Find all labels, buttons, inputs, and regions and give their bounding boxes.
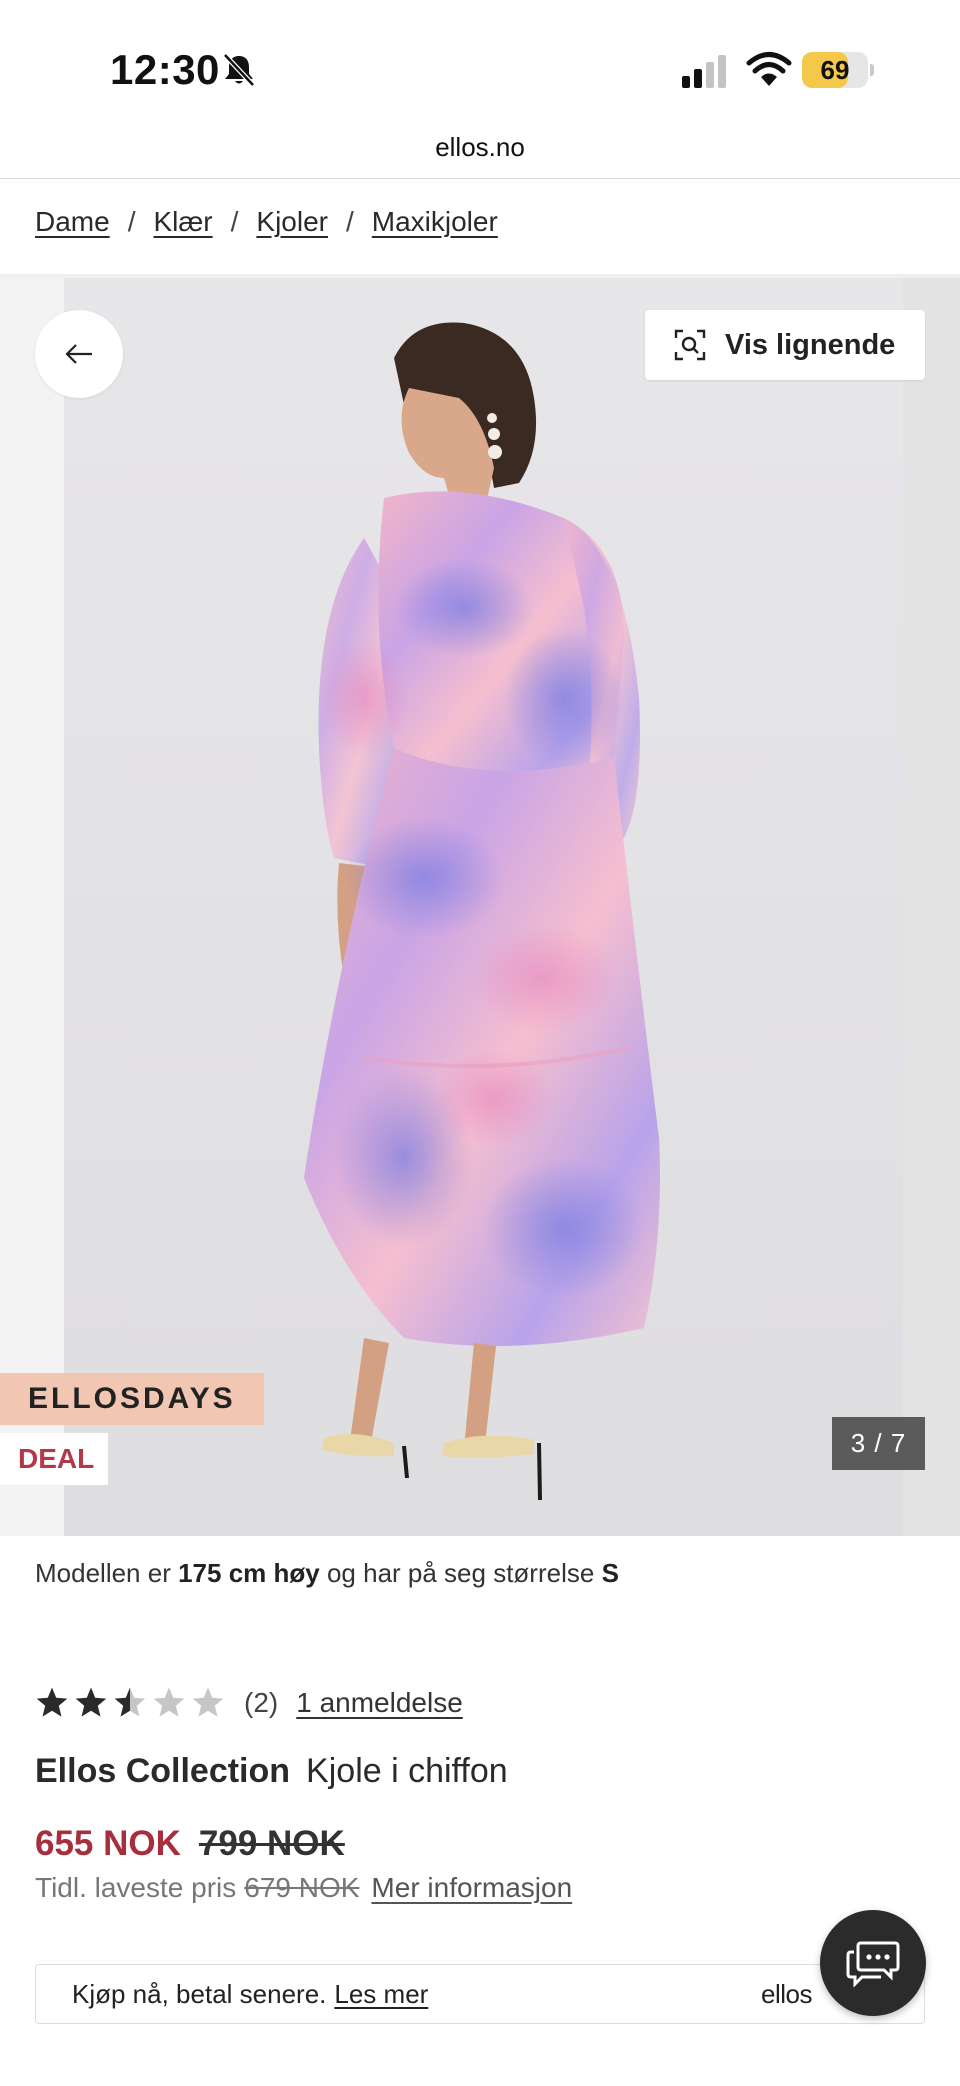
product-photo [64, 278, 903, 1536]
breadcrumb-separator: / [230, 206, 239, 237]
bnpl-text: Kjøp nå, betal senere. [72, 1978, 327, 2009]
product-image-gallery[interactable] [0, 278, 960, 1536]
product-brand[interactable]: Ellos Collection [35, 1752, 290, 1790]
ellos-logo: ellos [761, 1979, 812, 2009]
model-info-prefix: Modellen er [35, 1558, 171, 1588]
wifi-icon [746, 52, 792, 86]
model-info: Modellen er 175 cm høy og har på seg stø… [35, 1558, 619, 1589]
rating-stars [35, 1686, 230, 1720]
more-info-link[interactable]: Mer informasjon [371, 1872, 572, 1904]
price: 655 NOK 799 NOK [35, 1824, 345, 1864]
rating: (2) 1 anmeldelse [35, 1678, 463, 1728]
original-price: 799 NOK [198, 1824, 345, 1863]
clock: 12:30 [110, 46, 220, 93]
cellular-signal-icon [682, 55, 726, 88]
rating-count: (2) [244, 1687, 279, 1718]
next-image-peek[interactable] [903, 278, 960, 1536]
breadcrumb-item-klaer[interactable]: Klær [153, 206, 212, 238]
image-counter: 3 / 7 [832, 1417, 925, 1470]
browser-url[interactable]: ellos.no [0, 130, 960, 180]
back-button[interactable] [35, 310, 123, 398]
breadcrumb: Dame / Klær / Kjoler / Maxikjoler [35, 200, 498, 244]
lowest-price-label: Tidl. laveste pris [35, 1872, 237, 1903]
star-icon [153, 1687, 185, 1717]
sale-price: 655 NOK [35, 1824, 181, 1863]
breadcrumb-separator: / [127, 206, 136, 237]
deal-badge: DEAL [0, 1433, 108, 1485]
arrow-left-icon [65, 344, 92, 364]
buy-now-pay-later-banner: Kjøp nå, betal senere. Les mer ellos [35, 1964, 925, 2024]
model-height: 175 cm høy [178, 1558, 320, 1588]
previous-image-peek[interactable] [0, 278, 64, 1536]
star-icon [192, 1687, 224, 1717]
lowest-price-value: 679 NOK [244, 1872, 360, 1903]
show-similar-button[interactable]: Vis lignende [645, 310, 925, 380]
lowest-price-info: Tidl. laveste pris 679 NOK Mer informasj… [35, 1872, 572, 1904]
divider [0, 178, 960, 179]
breadcrumb-item-dame[interactable]: Dame [35, 206, 110, 238]
chat-button[interactable] [820, 1910, 926, 2016]
product-title: Ellos Collection Kjole i chiffon [35, 1752, 508, 1791]
breadcrumb-item-kjoler[interactable]: Kjoler [256, 206, 328, 238]
star-icon [36, 1687, 68, 1717]
model-size: S [601, 1558, 619, 1588]
battery-level: 69 [820, 55, 850, 85]
read-more-link[interactable]: Les mer [334, 1979, 428, 2010]
star-icon [114, 1687, 146, 1717]
breadcrumb-separator: / [345, 206, 354, 237]
visual-search-icon [674, 329, 706, 361]
campaign-badge: ELLOSDAYS [0, 1373, 264, 1425]
show-similar-label: Vis lignende [725, 328, 896, 361]
bell-slash-icon [223, 53, 255, 87]
model-info-middle: og har på seg størrelse [326, 1558, 595, 1588]
breadcrumb-item-maxikjoler[interactable]: Maxikjoler [372, 206, 498, 238]
star-icon [75, 1687, 107, 1717]
battery-icon: 69 [802, 52, 874, 88]
chat-bubble-icon [846, 1941, 900, 1988]
product-name: Kjole i chiffon [306, 1752, 508, 1790]
status-bar: 12:30 69 [0, 0, 960, 130]
reviews-link[interactable]: 1 anmeldelse [296, 1687, 463, 1719]
